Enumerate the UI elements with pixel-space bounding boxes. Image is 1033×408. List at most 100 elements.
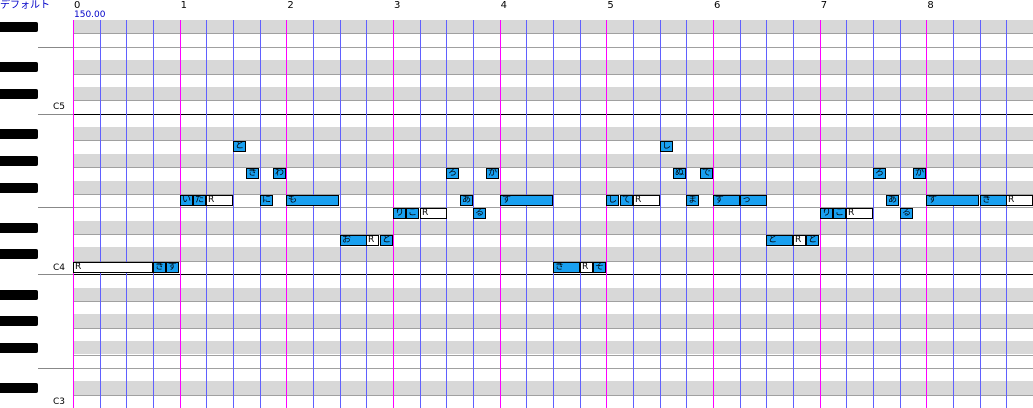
note-block[interactable]: ず <box>713 195 740 206</box>
note-block[interactable]: い <box>180 195 193 206</box>
note-block[interactable]: き <box>553 262 580 273</box>
beat-line <box>873 20 874 408</box>
octave-label: C4 <box>53 263 66 273</box>
beat-line <box>660 20 661 408</box>
black-key[interactable] <box>0 383 38 393</box>
beat-line <box>126 20 127 408</box>
measure-number: 2 <box>287 0 294 11</box>
note-block[interactable]: き <box>980 195 1007 206</box>
measure-number: 4 <box>500 0 508 11</box>
white-key-divider <box>38 114 73 115</box>
measure-number: 6 <box>714 0 721 11</box>
note-block[interactable]: し <box>606 195 619 206</box>
note-block[interactable]: て <box>620 195 633 206</box>
black-key[interactable] <box>0 223 38 233</box>
measure-line <box>180 20 181 408</box>
beat-line <box>206 20 207 408</box>
note-block[interactable]: ぬ <box>673 168 686 179</box>
measure-number: 5 <box>607 0 614 11</box>
beat-line <box>686 20 687 408</box>
rest-note[interactable]: R <box>846 208 873 219</box>
rest-note[interactable]: R <box>633 195 660 206</box>
beat-line <box>953 20 954 408</box>
beat-line <box>366 20 367 408</box>
note-block[interactable]: き <box>153 262 166 273</box>
beat-line <box>633 20 634 408</box>
black-key[interactable] <box>0 316 38 326</box>
note-block[interactable]: り <box>393 208 406 219</box>
note-block[interactable]: し <box>660 141 673 152</box>
note-block[interactable]: お <box>340 235 367 246</box>
measure-line <box>926 20 927 408</box>
measure-number: 7 <box>820 0 828 11</box>
rest-note[interactable]: R <box>793 235 806 246</box>
measure-line <box>606 20 607 408</box>
note-block[interactable]: す <box>500 195 553 206</box>
beat-line <box>260 20 261 408</box>
note-block[interactable]: ま <box>686 195 699 206</box>
note-block[interactable]: と <box>766 235 793 246</box>
black-key[interactable] <box>0 343 38 353</box>
note-block[interactable]: っ <box>740 195 767 206</box>
measure-line <box>73 20 74 408</box>
note-block[interactable]: こ <box>406 208 419 219</box>
note-grid[interactable]: RきずいたRときにわもおRとりこRろあるかすきRそしてRしぬまでずっとRとりこR… <box>73 20 1033 408</box>
beat-line <box>153 20 154 408</box>
note-block[interactable]: か <box>913 168 926 179</box>
beat-line <box>313 20 314 408</box>
black-key[interactable] <box>0 22 38 32</box>
black-key[interactable] <box>0 183 38 193</box>
note-block[interactable]: あ <box>886 195 899 206</box>
tempo-label[interactable]: 150.00 <box>74 10 106 20</box>
note-block[interactable]: き <box>246 168 259 179</box>
note-block[interactable]: る <box>900 208 913 219</box>
black-key[interactable] <box>0 290 38 300</box>
black-key[interactable] <box>0 89 38 99</box>
piano-keyboard[interactable]: C5 C4 C3 <box>0 20 73 408</box>
rest-note[interactable]: R <box>1006 195 1033 206</box>
note-block[interactable]: こ <box>833 208 846 219</box>
black-key[interactable] <box>0 62 38 72</box>
note-block[interactable]: と <box>806 235 819 246</box>
note-block[interactable]: そ <box>593 262 606 273</box>
note-block[interactable]: す <box>926 195 979 206</box>
note-block[interactable]: わ <box>273 168 286 179</box>
note-block[interactable]: り <box>820 208 833 219</box>
note-block[interactable]: ず <box>166 262 179 273</box>
measure-number: 1 <box>180 0 188 11</box>
octave-label: C3 <box>53 397 66 407</box>
black-key[interactable] <box>0 249 38 259</box>
note-block[interactable]: も <box>286 195 339 206</box>
timeline-header: デフォルト 150.00 0123456789 <box>0 0 1033 20</box>
rest-note[interactable]: R <box>206 195 233 206</box>
note-block[interactable]: と <box>233 141 246 152</box>
piano-roll-window: デフォルト 150.00 0123456789 C5C4C3 RきずいたRときに… <box>0 0 1033 408</box>
beat-line <box>740 20 741 408</box>
measure-number: 8 <box>927 0 934 11</box>
note-block[interactable]: と <box>380 235 393 246</box>
beat-line <box>980 20 981 408</box>
rest-note[interactable]: R <box>366 235 379 246</box>
note-block[interactable]: あ <box>460 195 473 206</box>
singer-label[interactable]: デフォルト <box>0 0 50 11</box>
note-block[interactable]: ろ <box>873 168 886 179</box>
octave-label: C5 <box>53 102 66 112</box>
beat-line <box>340 20 341 408</box>
measure-line <box>713 20 714 408</box>
rest-note[interactable]: R <box>580 262 593 273</box>
black-key[interactable] <box>0 129 38 139</box>
note-block[interactable]: ろ <box>446 168 459 179</box>
black-key[interactable] <box>0 156 38 166</box>
rest-note[interactable]: R <box>73 262 153 273</box>
measure-line <box>286 20 287 408</box>
note-block[interactable]: た <box>193 195 206 206</box>
note-block[interactable]: に <box>260 195 273 206</box>
note-block[interactable]: で <box>700 168 713 179</box>
beat-line <box>793 20 794 408</box>
white-key-divider <box>38 274 73 275</box>
note-block[interactable]: る <box>473 208 486 219</box>
note-block[interactable]: か <box>486 168 499 179</box>
rest-note[interactable]: R <box>420 208 447 219</box>
beat-line <box>580 20 581 408</box>
measure-number: 0 <box>74 0 81 11</box>
